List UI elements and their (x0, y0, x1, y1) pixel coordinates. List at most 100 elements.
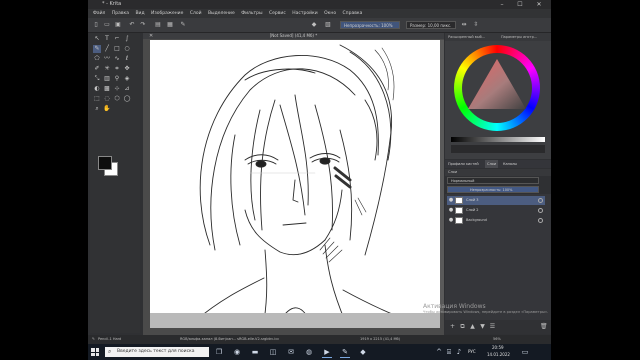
tray-expand-icon[interactable]: ^ (434, 347, 444, 357)
alpha-lock-icon[interactable]: ▧ (324, 21, 332, 29)
gradient-icon[interactable]: ▤ (154, 21, 162, 29)
duplicate-layer-icon[interactable]: ⧉ (459, 323, 466, 330)
zoom-tool-icon[interactable]: ⌕ (93, 105, 101, 113)
layer-properties-icon[interactable]: ☰ (489, 323, 496, 330)
document-tab[interactable]: ✕ [Not Saved] (41,4 Мб) * (143, 33, 444, 39)
gradient-tool-icon[interactable]: ▥ (103, 75, 111, 83)
polygon-tool-icon[interactable]: ⬠ (93, 55, 101, 63)
language-indicator[interactable]: РУС (468, 348, 476, 356)
close-document-icon[interactable]: ✕ (149, 33, 153, 39)
bezier-tool-icon[interactable]: ∿ (113, 55, 121, 63)
rectangle-tool-icon[interactable]: □ (113, 45, 121, 53)
calligraphy-icon[interactable]: ∫ (123, 35, 131, 43)
advanced-color-selector-tab[interactable]: Расширенный выб... (448, 33, 485, 41)
menu-window[interactable]: Окно (324, 9, 336, 18)
multibrush-icon[interactable]: ✳ (103, 65, 111, 73)
task-view-icon[interactable]: ❐ (214, 347, 224, 357)
minimize-button[interactable]: – (495, 0, 509, 9)
brush-preset-icon[interactable]: ✎ (179, 21, 187, 29)
fill-tool-icon[interactable]: ◈ (123, 75, 131, 83)
save-icon[interactable]: ▣ (114, 21, 122, 29)
toolbar-opacity-slider[interactable]: Непрозрачность: 100% (340, 21, 400, 29)
toolbar-size-slider[interactable]: Размер: 10,00 пикс. (406, 21, 456, 29)
dynamic-brush-icon[interactable]: ✐ (93, 65, 101, 73)
vertical-scrollbar[interactable] (440, 40, 444, 313)
visibility-eye-icon[interactable]: ● (448, 216, 454, 225)
edge-icon[interactable]: ◉ (232, 347, 242, 357)
move-tool-icon[interactable]: ✥ (123, 65, 131, 73)
menu-edit[interactable]: Правка (112, 9, 129, 18)
foreground-color-swatch[interactable] (98, 156, 112, 170)
menu-select[interactable]: Выделение (208, 9, 235, 18)
mirror-horizontal-icon[interactable]: ⇹ (460, 21, 468, 29)
color-history-strip[interactable] (451, 145, 545, 153)
menu-view[interactable]: Вид (135, 9, 144, 18)
ellipse-tool-icon[interactable]: ○ (123, 45, 131, 53)
krita-taskbar-icon[interactable]: ✎ (340, 347, 350, 358)
new-document-icon[interactable]: ▯ (92, 21, 100, 29)
move-layer-up-icon[interactable]: ▲ (469, 323, 476, 330)
menu-layer[interactable]: Слой (190, 9, 202, 18)
windows-start-icon[interactable] (91, 348, 99, 356)
redo-icon[interactable]: ↷ (139, 21, 147, 29)
freehand-path-icon[interactable]: ℓ (123, 55, 131, 63)
media-player-icon[interactable]: ▶ (322, 347, 332, 358)
alpha-lock-toggle-icon[interactable] (538, 218, 543, 223)
menu-file[interactable]: Файл (93, 9, 105, 18)
menu-filter[interactable]: Фильтры (241, 9, 262, 18)
blend-mode-select[interactable]: Нормальный (447, 177, 539, 184)
pan-tool-icon[interactable]: ✋ (103, 105, 111, 113)
rect-select-icon[interactable]: ⬚ (93, 95, 101, 103)
freehand-brush-icon[interactable]: ✎ (93, 45, 101, 53)
menu-help[interactable]: Справка (343, 9, 363, 18)
lasso-select-icon[interactable]: ◯ (123, 95, 131, 103)
taskbar-search-input[interactable]: ⌕ Введите здесь текст для поиска (105, 347, 209, 357)
status-zoom[interactable]: 56% (493, 335, 501, 344)
menu-tools[interactable]: Сервис (269, 9, 286, 18)
transform-tool-icon[interactable]: ⤡ (93, 75, 101, 83)
layer-opacity-slider[interactable]: Непрозрачность: 100% (447, 186, 539, 193)
eraser-icon[interactable]: ◆ (310, 21, 318, 29)
tab-brush-presets[interactable]: Профили кистей (448, 160, 479, 168)
pattern-icon[interactable]: ▦ (166, 21, 174, 29)
mail-icon[interactable]: ✉ (286, 347, 296, 357)
mirror-vertical-icon[interactable]: ⇳ (472, 21, 480, 29)
text-tool-icon[interactable]: T (103, 35, 111, 43)
horizontal-scrollbar[interactable] (150, 313, 440, 328)
tab-channels[interactable]: Каналы (503, 160, 517, 168)
tab-layers[interactable]: Слои (485, 160, 499, 168)
layer-row[interactable]: ● Слой 3 (447, 196, 545, 205)
color-picker-icon[interactable]: ⚲ (113, 75, 121, 83)
open-document-icon[interactable]: ▭ (103, 21, 111, 29)
ellipse-select-icon[interactable]: ◌ (103, 95, 111, 103)
explorer-icon[interactable]: ▬ (250, 347, 260, 357)
smart-patch-icon[interactable]: ▩ (103, 85, 111, 93)
network-icon[interactable]: ⌸ (444, 347, 454, 357)
delete-layer-icon[interactable]: 🗑 (540, 323, 548, 330)
edit-shapes-icon[interactable]: ⌐ (113, 35, 121, 43)
drawing-canvas[interactable] (150, 40, 440, 321)
tool-options-tab[interactable]: Параметры инстр... (501, 33, 537, 41)
app-icon[interactable]: ◆ (358, 347, 368, 357)
polygon-select-icon[interactable]: ⬡ (113, 95, 121, 103)
visibility-eye-icon[interactable]: ● (448, 206, 454, 215)
store-icon[interactable]: ◫ (268, 347, 278, 357)
menu-settings[interactable]: Настройки (292, 9, 317, 18)
volume-icon[interactable]: ♪ (454, 347, 464, 357)
clock-date[interactable]: 14.01.2022 (487, 351, 510, 359)
undo-icon[interactable]: ↶ (128, 21, 136, 29)
layer-row[interactable]: ● Слой 2 (447, 206, 545, 215)
measure-tool-icon[interactable]: ⊿ (123, 85, 131, 93)
colorize-mask-icon[interactable]: ◐ (93, 85, 101, 93)
close-button[interactable]: ✕ (532, 0, 546, 9)
add-layer-icon[interactable]: + (449, 323, 456, 330)
value-strip[interactable] (451, 137, 545, 142)
move-layer-down-icon[interactable]: ▼ (479, 323, 486, 330)
line-tool-icon[interactable]: ╱ (103, 45, 111, 53)
polyline-tool-icon[interactable]: 〰 (103, 55, 111, 63)
chrome-icon[interactable]: ◍ (304, 347, 314, 357)
notifications-icon[interactable]: ▭ (520, 347, 530, 357)
alpha-lock-toggle-icon[interactable] (538, 198, 543, 203)
layer-row[interactable]: ● Background (447, 216, 545, 225)
crop-tool-icon[interactable]: ⌗ (113, 65, 121, 73)
